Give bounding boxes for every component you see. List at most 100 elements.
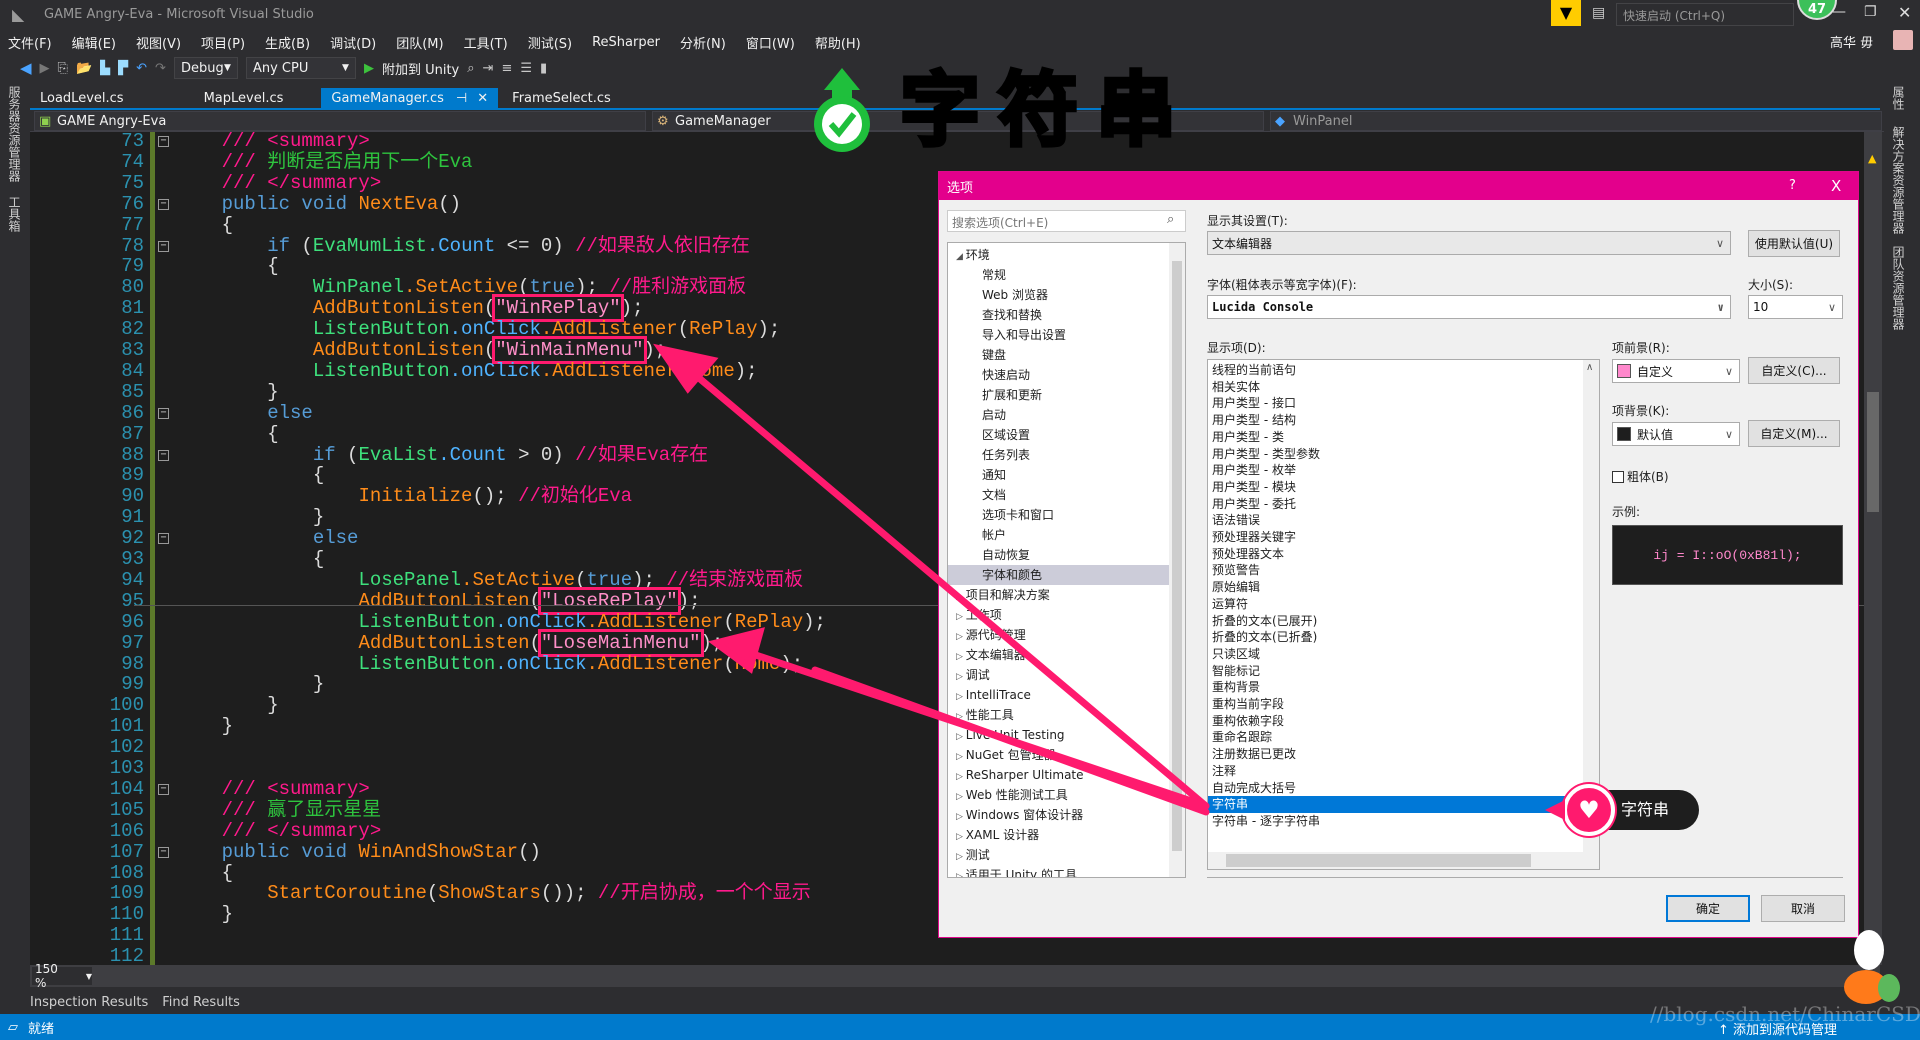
display-item[interactable]: 相关实体: [1208, 379, 1583, 396]
team-explorer-tab[interactable]: 团队资源管理器: [1890, 246, 1907, 330]
background-custom-button[interactable]: 自定义(M)...: [1748, 420, 1840, 447]
tree-item[interactable]: ▷ 适用于 Unity 的工具: [948, 865, 1170, 877]
collapsed-icon[interactable]: ▷: [956, 872, 966, 877]
collapsed-icon[interactable]: ▷: [956, 792, 966, 802]
display-item[interactable]: 重构依赖字段: [1208, 713, 1583, 730]
tree-item[interactable]: 启动: [948, 405, 1170, 425]
use-defaults-button[interactable]: 使用默认值(U): [1748, 230, 1840, 257]
tree-item[interactable]: 扩展和更新: [948, 385, 1170, 405]
display-item[interactable]: 运算符: [1208, 596, 1583, 613]
menu-item[interactable]: 帮助(H): [815, 33, 861, 52]
tree-item[interactable]: 通知: [948, 465, 1170, 485]
collapsed-icon[interactable]: ▷: [956, 692, 966, 702]
menu-item[interactable]: 项目(P): [201, 33, 245, 52]
tree-item[interactable]: 自动恢复: [948, 545, 1170, 565]
editor-scrollbar[interactable]: ▲: [1864, 132, 1882, 965]
help-button[interactable]: ?: [1789, 178, 1796, 193]
display-item[interactable]: 字符串 - 逐字字符串: [1208, 813, 1583, 830]
display-item[interactable]: 折叠的文本(已展开): [1208, 613, 1583, 630]
tree-item[interactable]: ▷ NuGet 包管理器: [948, 745, 1170, 765]
indent-icon[interactable]: ≡: [501, 61, 512, 76]
save-icon[interactable]: ▙: [100, 61, 110, 76]
zoom-dropdown[interactable]: 150 % ▼: [32, 962, 92, 990]
display-item[interactable]: 用户类型 - 枚举: [1208, 462, 1583, 479]
tree-item[interactable]: ▷ 文本编辑器: [948, 645, 1170, 665]
tree-item[interactable]: ▷ 项目和解决方案: [948, 585, 1170, 605]
fold-toggle-icon[interactable]: −: [158, 449, 169, 461]
display-item[interactable]: 原始编辑: [1208, 579, 1583, 596]
project-dropdown[interactable]: ▣ GAME Angry-Eva: [34, 111, 646, 131]
tree-item[interactable]: ▷ 调试: [948, 665, 1170, 685]
tab-find-results[interactable]: Find Results: [162, 995, 240, 1010]
menu-item[interactable]: 分析(N): [680, 33, 726, 52]
display-item[interactable]: 线程的当前语句: [1208, 362, 1583, 379]
tree-item[interactable]: ▷ Web 性能测试工具: [948, 785, 1170, 805]
display-item[interactable]: 注册数据已更改: [1208, 746, 1583, 763]
display-item[interactable]: 用户类型 - 委托: [1208, 496, 1583, 513]
forward-icon[interactable]: ▶: [40, 61, 50, 76]
collapsed-icon[interactable]: ▷: [956, 672, 966, 682]
collapsed-icon[interactable]: ▷: [956, 592, 966, 602]
toolbox-tab[interactable]: 工具箱: [6, 196, 23, 232]
display-item[interactable]: 用户类型 - 类型参数: [1208, 446, 1583, 463]
display-item[interactable]: 重构背景: [1208, 679, 1583, 696]
menu-item[interactable]: 视图(V): [136, 33, 181, 52]
tree-item[interactable]: 快速启动: [948, 365, 1170, 385]
tree-item[interactable]: 文档: [948, 485, 1170, 505]
collapsed-icon[interactable]: ▷: [956, 652, 966, 662]
options-search-input[interactable]: 搜索选项(Ctrl+E): [947, 210, 1186, 232]
menu-item[interactable]: 调试(D): [330, 33, 376, 52]
find-icon[interactable]: ⌕: [467, 61, 474, 76]
foreground-custom-button[interactable]: 自定义(C)...: [1748, 357, 1840, 384]
fold-toggle-icon[interactable]: −: [158, 783, 169, 795]
tree-scroll-thumb[interactable]: [1172, 261, 1182, 851]
tree-item[interactable]: ▷ 测试: [948, 845, 1170, 865]
save-all-icon[interactable]: ▛: [118, 61, 128, 76]
tree-item[interactable]: ▷ XAML 设计器: [948, 825, 1170, 845]
tree-item[interactable]: ▷ Windows 窗体设计器: [948, 805, 1170, 825]
tree-item[interactable]: 选项卡和窗口: [948, 505, 1170, 525]
ok-button[interactable]: 确定: [1666, 895, 1750, 922]
menu-item[interactable]: 生成(B): [265, 33, 310, 52]
tree-item[interactable]: 帐户: [948, 525, 1170, 545]
properties-tab[interactable]: 属性: [1890, 86, 1907, 110]
display-item[interactable]: 用户类型 - 结构: [1208, 412, 1583, 429]
display-item[interactable]: 字符串: [1208, 796, 1583, 814]
collapsed-icon[interactable]: ▷: [956, 812, 966, 822]
attach-button[interactable]: 附加到 Unity: [382, 59, 459, 78]
font-dropdown[interactable]: Lucida Console ∨: [1207, 295, 1731, 319]
tab-maplevel[interactable]: MapLevel.cs: [194, 88, 294, 109]
platform-dropdown[interactable]: Any CPU ▼: [245, 57, 356, 79]
display-item[interactable]: 只读区域: [1208, 646, 1583, 663]
avatar[interactable]: [1893, 30, 1913, 50]
display-item[interactable]: 折叠的文本(已折叠): [1208, 629, 1583, 646]
collapsed-icon[interactable]: ▷: [956, 772, 966, 782]
server-explorer-tab[interactable]: 服务器资源管理器: [6, 86, 23, 182]
display-item[interactable]: 智能标记: [1208, 663, 1583, 680]
back-icon[interactable]: ◀: [20, 59, 32, 77]
display-item[interactable]: 自动完成大括号: [1208, 780, 1583, 797]
menu-item[interactable]: 文件(F): [8, 33, 52, 52]
collapsed-icon[interactable]: ▷: [956, 712, 966, 722]
user-name[interactable]: 高华 毋: [1830, 32, 1873, 51]
undo-icon[interactable]: ↶: [136, 61, 147, 76]
menu-item[interactable]: 工具(T): [464, 33, 508, 52]
tree-item[interactable]: ▷ 性能工具: [948, 705, 1170, 725]
bookmark-icon[interactable]: ▮: [540, 61, 547, 76]
display-item[interactable]: 预处理器文本: [1208, 546, 1583, 563]
fold-toggle-icon[interactable]: −: [158, 533, 169, 545]
checkbox-box[interactable]: [1612, 470, 1624, 483]
tree-item[interactable]: 任务列表: [948, 445, 1170, 465]
display-item[interactable]: 用户类型 - 接口: [1208, 395, 1583, 412]
size-dropdown[interactable]: 10 ∨: [1748, 295, 1843, 319]
tree-item[interactable]: ▷ Live Unit Testing: [948, 725, 1170, 745]
expanded-icon[interactable]: ◢: [956, 252, 966, 262]
tree-item[interactable]: Web 浏览器: [948, 285, 1170, 305]
collapsed-icon[interactable]: ▷: [956, 732, 966, 742]
fold-toggle-icon[interactable]: −: [158, 136, 169, 147]
fold-toggle-icon[interactable]: −: [158, 198, 169, 210]
member-dropdown[interactable]: ◆ WinPanel: [1270, 111, 1882, 131]
collapsed-icon[interactable]: ▷: [956, 832, 966, 842]
display-item[interactable]: 语法错误: [1208, 512, 1583, 529]
tab-loadlevel[interactable]: LoadLevel.cs: [30, 88, 134, 109]
